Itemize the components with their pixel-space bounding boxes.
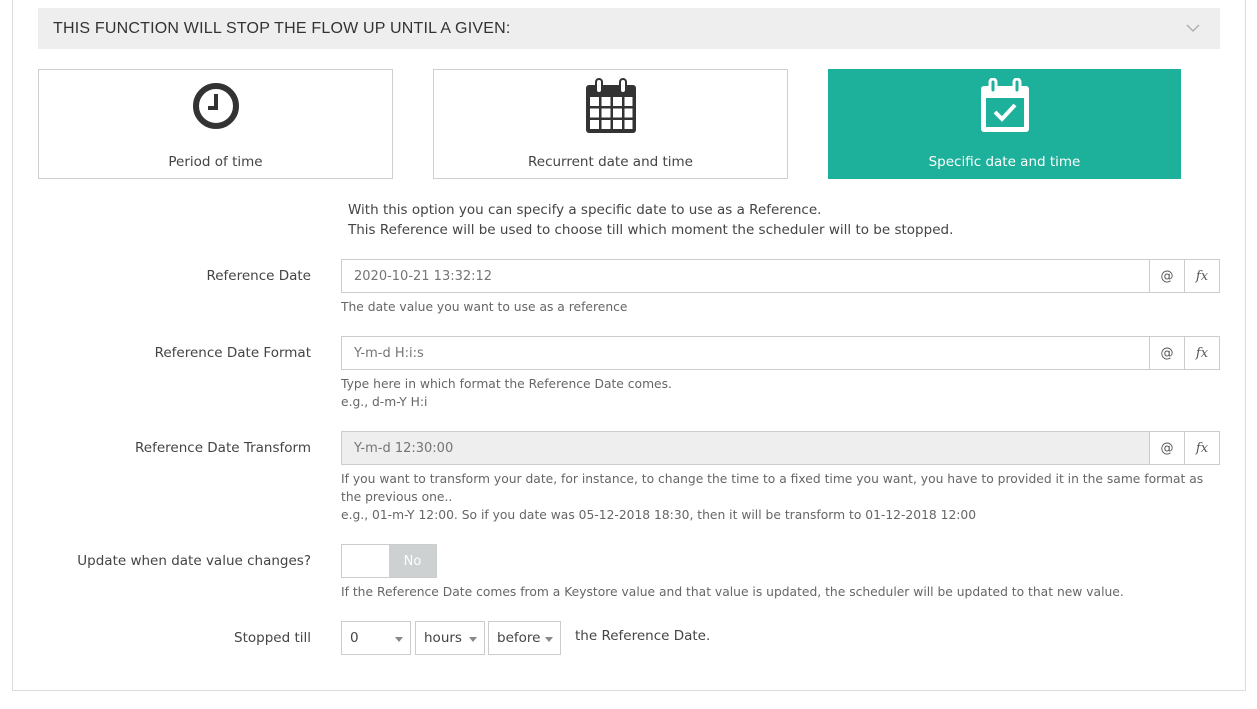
reference-date-format-group: @ fx: [341, 336, 1220, 370]
stopped-direction-select[interactable]: before: [488, 621, 561, 655]
option-specific-date-and-time[interactable]: Specific date and time: [828, 69, 1181, 179]
reference-date-transform-label: Reference Date Transform: [135, 440, 311, 456]
section-title: THIS FUNCTION WILL STOP THE FLOW UP UNTI…: [53, 19, 511, 37]
reference-date-format-help: Type here in which format the Reference …: [341, 375, 1221, 411]
function-button[interactable]: fx: [1184, 432, 1219, 464]
reference-date-format-input[interactable]: [342, 337, 1149, 369]
option-recurrent-date-and-time[interactable]: Recurrent date and time: [433, 69, 788, 179]
reference-date-help: The date value you want to use as a refe…: [341, 300, 628, 314]
reference-date-input[interactable]: [342, 260, 1149, 292]
help-line: If you want to transform your date, for …: [341, 472, 1204, 504]
chevron-down-icon[interactable]: [1186, 21, 1200, 35]
intro-text: With this option you can specify a speci…: [348, 200, 953, 240]
update-on-change-toggle[interactable]: No: [341, 544, 437, 578]
function-button[interactable]: fx: [1184, 260, 1219, 292]
help-line: e.g., 01-m-Y 12:00. So if you date was 0…: [341, 508, 977, 522]
option-label: Specific date and time: [928, 154, 1081, 170]
caret-down-icon: [469, 637, 477, 642]
intro-line: This Reference will be used to choose ti…: [348, 222, 954, 238]
caret-down-icon: [395, 637, 403, 642]
select-value: 0: [350, 630, 359, 646]
reference-date-label: Reference Date: [206, 268, 311, 284]
option-label: Period of time: [168, 154, 263, 170]
update-on-change-help: If the Reference Date comes from a Keyst…: [341, 585, 1124, 599]
reference-date-group: @ fx: [341, 259, 1220, 293]
function-button[interactable]: fx: [1184, 337, 1219, 369]
caret-down-icon: [545, 637, 553, 642]
at-variable-button[interactable]: @: [1149, 260, 1184, 292]
reference-date-transform-group: @ fx: [341, 431, 1220, 465]
stopped-till-label: Stopped till: [234, 630, 311, 646]
help-line: e.g., d-m-Y H:i: [341, 395, 428, 409]
at-variable-button[interactable]: @: [1149, 432, 1184, 464]
reference-date-format-label: Reference Date Format: [154, 345, 311, 361]
toggle-state: No: [389, 545, 436, 577]
calendar-icon: [585, 78, 636, 133]
select-value: hours: [424, 630, 462, 646]
reference-date-transform-input[interactable]: [342, 432, 1149, 464]
select-value: before: [497, 630, 541, 646]
stopped-till-suffix: the Reference Date.: [575, 628, 711, 644]
option-label: Recurrent date and time: [528, 154, 693, 170]
intro-line: With this option you can specify a speci…: [348, 202, 822, 218]
help-line: Type here in which format the Reference …: [341, 377, 672, 391]
update-on-change-label: Update when date value changes?: [77, 553, 311, 569]
calendar-check-icon: [980, 78, 1029, 132]
toggle-knob: [342, 545, 389, 577]
option-period-of-time[interactable]: Period of time: [38, 69, 393, 179]
stopped-unit-select[interactable]: hours: [415, 621, 485, 655]
at-variable-button[interactable]: @: [1149, 337, 1184, 369]
stopped-amount-select[interactable]: 0: [341, 621, 411, 655]
clock-icon: [192, 83, 239, 129]
reference-date-transform-help: If you want to transform your date, for …: [341, 470, 1221, 524]
section-header[interactable]: THIS FUNCTION WILL STOP THE FLOW UP UNTI…: [38, 8, 1220, 49]
